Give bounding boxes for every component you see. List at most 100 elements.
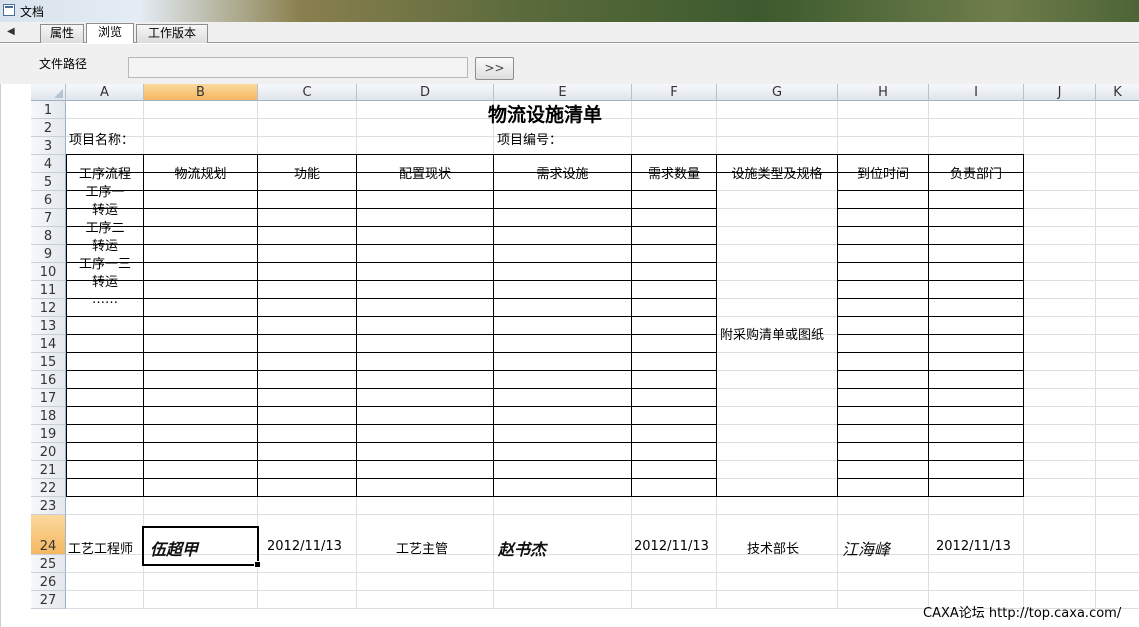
table-line-horizontal (837, 442, 1024, 443)
row-header-5[interactable]: 5 (31, 173, 66, 191)
row-header-17[interactable]: 17 (31, 389, 66, 407)
column-header-h[interactable]: H (838, 84, 929, 101)
table-line-horizontal (66, 352, 717, 353)
forum-watermark: CAXA论坛 http://top.caxa.com/ (923, 606, 1122, 621)
row-header-24[interactable]: 24 (31, 515, 66, 555)
file-path-label: 文件路径 (39, 57, 88, 71)
row-header-9[interactable]: 9 (31, 245, 66, 263)
row-number: 5 (43, 175, 53, 190)
file-path-input[interactable] (128, 57, 468, 78)
row-header-8[interactable]: 8 (31, 227, 66, 245)
header-responsible-dept: 负责部门 (949, 167, 1002, 182)
row-header-11[interactable]: 11 (31, 281, 66, 299)
tech-head-label: 技术部长 (747, 542, 800, 557)
row-header-7[interactable]: 7 (31, 209, 66, 227)
table-line-horizontal (66, 406, 717, 407)
grid-line-horizontal (66, 514, 1139, 515)
spreadsheet-view[interactable]: ABCDEFGHIJK 1 2 3 4 5 6 7 8 9 10 11 12 13 14 15 16 17 18 1… (0, 84, 1139, 627)
row-number: 15 (39, 355, 57, 370)
table-line-horizontal (837, 298, 1024, 299)
process-engineer-label: 工艺工程师 (68, 542, 134, 557)
column-header-g[interactable]: G (717, 84, 838, 101)
table-line-horizontal (66, 334, 717, 335)
table-line-vertical (356, 154, 357, 497)
table-line-horizontal (837, 262, 1024, 263)
sign-date-3: 2012/11/13 (936, 539, 1011, 554)
project-name-label: 项目名称： (69, 133, 135, 148)
process-manager-signature: 赵书杰 (498, 540, 547, 559)
table-line-horizontal (66, 190, 717, 191)
process-step: 转运 (91, 275, 118, 290)
table-line-horizontal (837, 406, 1024, 407)
row-number: 9 (43, 247, 53, 262)
column-header-a[interactable]: A (66, 84, 144, 101)
table-line-horizontal (66, 478, 717, 479)
row-header-25[interactable]: 25 (31, 555, 66, 573)
table-line-horizontal (837, 208, 1024, 209)
row-header-23[interactable]: 23 (31, 497, 66, 515)
row-header-22[interactable]: 22 (31, 479, 66, 497)
browse-button[interactable]: >> (475, 57, 514, 80)
header-required-quantity: 需求数量 (647, 167, 700, 182)
row-header-14[interactable]: 14 (31, 335, 66, 353)
row-header-15[interactable]: 15 (31, 353, 66, 371)
row-header-12[interactable]: 12 (31, 299, 66, 317)
row-header-26[interactable]: 26 (31, 573, 66, 591)
project-number-label: 项目编号： (497, 133, 563, 148)
process-step: 工序一 (85, 185, 125, 200)
column-header-b[interactable]: B (144, 84, 258, 101)
column-header-k[interactable]: K (1096, 84, 1139, 101)
row-header-2[interactable]: 2 (31, 119, 66, 137)
row-header-3[interactable]: 3 (31, 137, 66, 155)
header-current-config: 配置现状 (398, 167, 451, 182)
row-header-18[interactable]: 18 (31, 407, 66, 425)
row-number: 3 (43, 139, 53, 154)
tab-properties[interactable]: 属性 (40, 24, 84, 43)
grid-line-horizontal (66, 136, 1139, 137)
process-step: 工序二 (85, 221, 125, 236)
column-header-f[interactable]: F (632, 84, 717, 101)
table-line-vertical (493, 154, 494, 497)
table-line-horizontal (837, 190, 1024, 191)
row-header-19[interactable]: 19 (31, 425, 66, 443)
row-header-10[interactable]: 10 (31, 263, 66, 281)
table-line-horizontal (837, 226, 1024, 227)
row-header-16[interactable]: 16 (31, 371, 66, 389)
table-line-horizontal (66, 442, 717, 443)
header-required-facility: 需求设施 (536, 167, 589, 182)
table-border (66, 154, 1024, 497)
row-header-27[interactable]: 27 (31, 591, 66, 609)
tab-work-version[interactable]: 工作版本 (136, 24, 208, 43)
column-header-d[interactable]: D (357, 84, 494, 101)
row-number: 23 (39, 499, 57, 514)
row-header-20[interactable]: 20 (31, 443, 66, 461)
table-line-horizontal (66, 388, 717, 389)
row-header-4[interactable]: 4 (31, 155, 66, 173)
table-line-horizontal (837, 460, 1024, 461)
row-header-21[interactable]: 21 (31, 461, 66, 479)
row-number: 8 (43, 229, 53, 244)
row-header-13[interactable]: 13 (31, 317, 66, 335)
row-number: 26 (39, 575, 57, 590)
column-header-c[interactable]: C (258, 84, 357, 101)
column-header-i[interactable]: I (929, 84, 1024, 101)
table-line-vertical (143, 154, 144, 497)
column-header-j[interactable]: J (1024, 84, 1096, 101)
row-number: 25 (39, 557, 57, 572)
header-arrival-time: 到位时间 (856, 167, 909, 182)
grid-line-vertical (1095, 101, 1096, 609)
tab-browse[interactable]: 浏览 (86, 23, 134, 43)
row-number: 1 (43, 103, 53, 118)
process-step: 转运 (91, 239, 118, 254)
tab-scroll-left-icon[interactable]: ◀ (7, 26, 15, 37)
table-line-horizontal (837, 334, 1024, 335)
selected-cell-b24[interactable] (142, 526, 261, 568)
row-header-1[interactable]: 1 (31, 101, 66, 119)
row-header-6[interactable]: 6 (31, 191, 66, 209)
table-line-horizontal (837, 478, 1024, 479)
select-all-corner[interactable] (31, 84, 66, 101)
process-step: 转运 (91, 203, 118, 218)
table-line-horizontal (66, 280, 717, 281)
column-header-e[interactable]: E (494, 84, 632, 101)
row-number: 20 (39, 445, 57, 460)
